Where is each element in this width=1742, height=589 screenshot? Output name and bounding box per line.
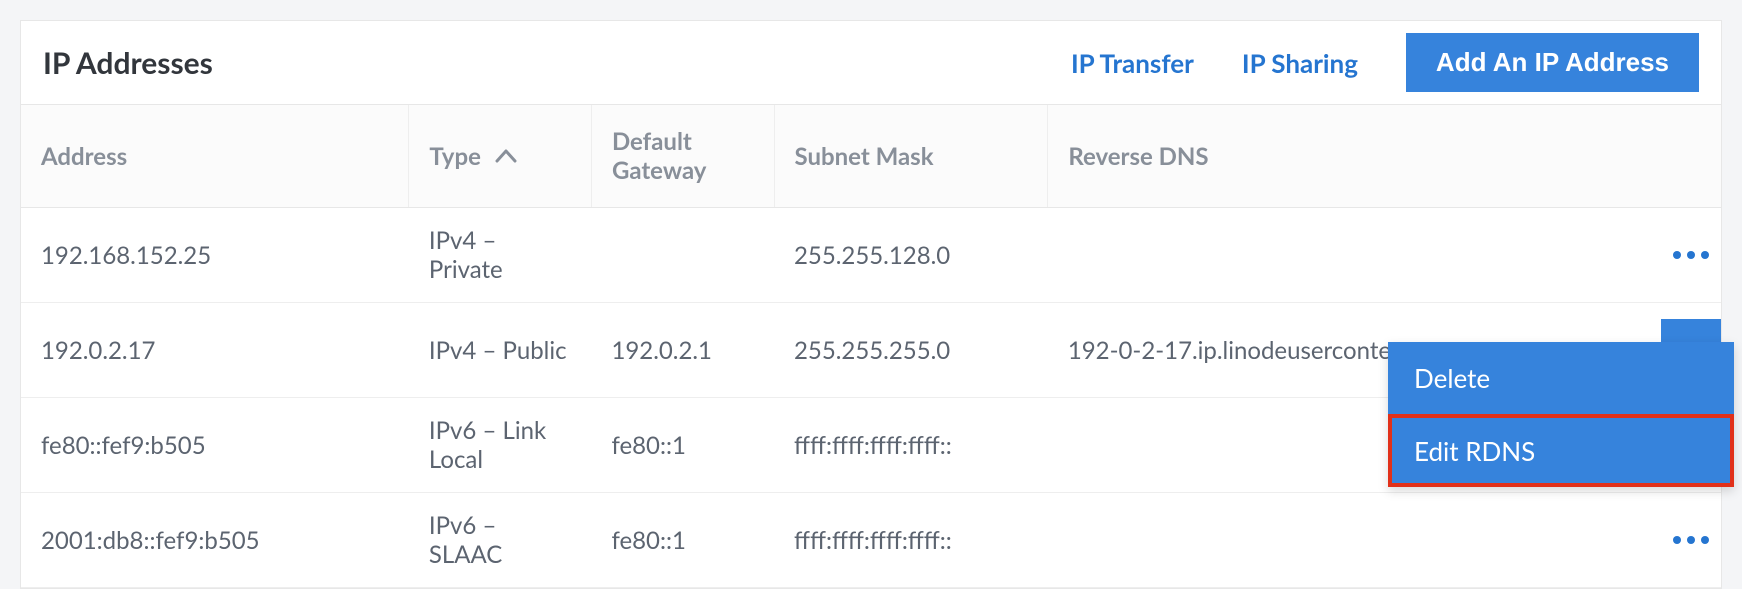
ip-sharing-link[interactable]: IP Sharing [1242, 47, 1358, 79]
cell-type: IPv4 – Private [409, 208, 592, 303]
col-type-label: Type [429, 142, 480, 171]
table-row: 192.168.152.25 IPv4 – Private 255.255.12… [21, 208, 1721, 303]
col-address[interactable]: Address [21, 105, 409, 208]
ip-transfer-link[interactable]: IP Transfer [1071, 47, 1194, 79]
col-rdns-label: Reverse DNS [1068, 142, 1208, 171]
col-rdns[interactable]: Reverse DNS [1048, 105, 1721, 208]
cell-type: IPv6 – Link Local [409, 398, 592, 493]
col-address-label: Address [41, 142, 127, 171]
cell-gateway: fe80::1 [591, 493, 774, 588]
cell-actions [1641, 208, 1721, 303]
panel-title: IP Addresses [43, 45, 213, 81]
row-actions-button[interactable] [1661, 509, 1721, 571]
row-actions-menu: Delete Edit RDNS [1388, 342, 1734, 487]
panel-header: IP Addresses IP Transfer IP Sharing Add … [21, 21, 1721, 105]
cell-type: IPv4 – Public [409, 303, 592, 398]
ellipsis-icon [1672, 535, 1710, 545]
cell-rdns [1048, 493, 1641, 588]
col-mask[interactable]: Subnet Mask [774, 105, 1048, 208]
add-ip-button[interactable]: Add An IP Address [1406, 33, 1699, 92]
cell-gateway [591, 208, 774, 303]
table-header-row: Address Type Default Gateway Subnet Mask… [21, 105, 1721, 208]
cell-mask: 255.255.255.0 [774, 303, 1048, 398]
cell-address: fe80::fef9:b505 [21, 398, 409, 493]
cell-rdns [1048, 208, 1641, 303]
ip-addresses-panel: IP Addresses IP Transfer IP Sharing Add … [20, 20, 1722, 589]
col-mask-label: Subnet Mask [795, 142, 934, 171]
col-gateway-label: Default Gateway [612, 127, 706, 185]
cell-actions [1641, 493, 1721, 588]
col-gateway[interactable]: Default Gateway [591, 105, 774, 208]
table-row: 2001:db8::fef9:b505 IPv6 – SLAAC fe80::1… [21, 493, 1721, 588]
row-actions-button[interactable] [1661, 224, 1721, 286]
ellipsis-icon [1672, 250, 1710, 260]
cell-mask: 255.255.128.0 [774, 208, 1048, 303]
menu-delete[interactable]: Delete [1388, 342, 1734, 414]
cell-mask: ffff:ffff:ffff:ffff:: [774, 493, 1048, 588]
col-type[interactable]: Type [409, 105, 592, 208]
cell-type: IPv6 – SLAAC [409, 493, 592, 588]
sort-asc-icon [495, 140, 517, 169]
cell-address: 192.0.2.17 [21, 303, 409, 398]
cell-mask: ffff:ffff:ffff:ffff:: [774, 398, 1048, 493]
cell-gateway: 192.0.2.1 [591, 303, 774, 398]
cell-gateway: fe80::1 [591, 398, 774, 493]
header-actions: IP Transfer IP Sharing Add An IP Address [1071, 33, 1699, 92]
menu-edit-rdns[interactable]: Edit RDNS [1388, 414, 1734, 487]
cell-address: 192.168.152.25 [21, 208, 409, 303]
cell-address: 2001:db8::fef9:b505 [21, 493, 409, 588]
